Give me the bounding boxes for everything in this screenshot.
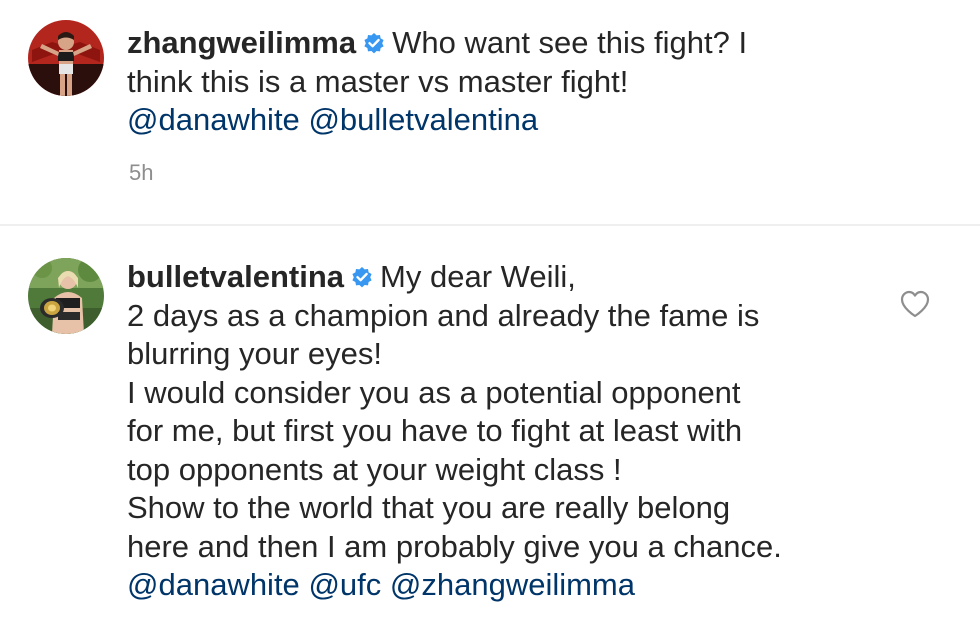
- verified-badge-icon: [352, 267, 372, 288]
- avatar-image: [28, 20, 104, 96]
- comment-mentions: @danawhite @ufc @zhangweilimma: [127, 566, 887, 605]
- comment-text: Who want see this fight? I: [392, 25, 748, 60]
- timestamp: 5h: [129, 160, 154, 185]
- comment-body: bulletvalentina My dear Weili, 2 days as …: [127, 258, 887, 605]
- mention-link[interactable]: @danawhite: [127, 567, 300, 602]
- heart-icon[interactable]: [899, 289, 931, 319]
- comment-text: for me, but first you have to fight at l…: [127, 413, 743, 448]
- comment-text: top opponents at your weight class !: [127, 451, 622, 487]
- comment-text: My dear Weili,: [380, 259, 576, 294]
- avatar[interactable]: [28, 258, 104, 334]
- comment-body: zhangweilimma Who want see this fight? I …: [127, 24, 887, 140]
- comment-text: 2 days as a champion and already the fam…: [127, 297, 760, 333]
- avatar[interactable]: [28, 20, 104, 96]
- comment-bulletvalentina: bulletvalentina My dear Weili, 2 days as …: [0, 226, 980, 638]
- comment-text: here and then I am probably give you a c…: [127, 528, 782, 564]
- avatar-image: [28, 258, 104, 334]
- verified-badge-icon: [364, 33, 384, 54]
- username-link[interactable]: bulletvalentina: [127, 259, 344, 294]
- mention-link[interactable]: @ufc: [308, 567, 381, 602]
- comment-line: bulletvalentina My dear Weili,: [127, 258, 887, 297]
- comment-text: think this is a master vs master fight!: [127, 63, 629, 99]
- mention-link[interactable]: @danawhite: [127, 102, 300, 137]
- comment-line: zhangweilimma Who want see this fight? I: [127, 24, 887, 63]
- mention-link[interactable]: @bulletvalentina: [308, 102, 538, 137]
- comment-text: I would consider you as a potential oppo…: [127, 374, 741, 410]
- mention-link[interactable]: @zhangweilimma: [390, 567, 635, 602]
- comment-mentions: @danawhite @bulletvalentina: [127, 101, 887, 140]
- comment-text: blurring your eyes!: [127, 336, 383, 371]
- comment-zhangweilimma: zhangweilimma Who want see this fight? I …: [0, 0, 980, 224]
- comment-text: Show to the world that you are really be…: [127, 490, 731, 525]
- username-link[interactable]: zhangweilimma: [127, 25, 356, 60]
